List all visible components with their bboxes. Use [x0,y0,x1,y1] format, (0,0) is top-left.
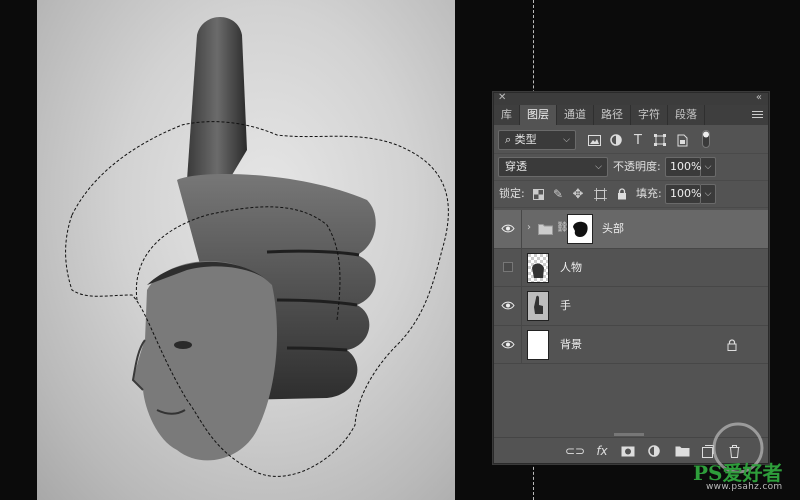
artwork-image [65,16,449,477]
lock-transparent-icon[interactable] [530,186,546,202]
filter-pixel-icon[interactable] [586,132,602,148]
filter-row: ⌕ 类型 ⌵ T [494,125,768,154]
layer-thumbnail[interactable] [527,329,549,360]
tab-paragraph[interactable]: 段落 [668,105,705,125]
visibility-toggle[interactable] [494,248,522,286]
filter-type-label: 类型 [514,133,537,146]
layer-name[interactable]: 头部 [602,210,624,248]
lock-label: 锁定: [499,187,525,200]
tab-channels[interactable]: 通道 [557,105,594,125]
visibility-off-icon [502,262,513,273]
opacity-input[interactable]: 100% [665,157,701,177]
layer-thumbnail[interactable] [527,291,549,321]
layer-name[interactable]: 背景 [560,326,582,364]
filter-type-dropdown[interactable]: ⌕ 类型 ⌵ [498,130,576,150]
blend-mode-value: 穿透 [505,160,527,173]
watermark-site: www.psahz.com [706,482,783,492]
lock-row: 锁定: ✎ ✥ 填充: 100% ⌵ [494,181,768,208]
tab-library[interactable]: 库 [494,105,520,125]
expand-arrow-icon[interactable]: › [527,222,531,233]
fill-slider-toggle[interactable]: ⌵ [701,184,716,204]
folder-icon [538,223,553,238]
visibility-eye-icon[interactable] [494,287,522,325]
lock-artboard-icon[interactable] [592,186,608,202]
visibility-eye-icon[interactable] [494,210,522,248]
thumb-shape [187,16,247,201]
tab-paths[interactable]: 路径 [594,105,631,125]
layer-row[interactable]: 手 [494,287,768,326]
panel-titlebar[interactable]: ✕ « [494,92,768,105]
close-icon[interactable]: ✕ [498,92,506,104]
document-artwork[interactable] [37,0,455,500]
layer-thumbnail[interactable] [527,252,549,283]
adjustment-icon[interactable] [646,443,662,459]
layer-row[interactable]: › ⛓ 头部 [494,210,768,249]
lock-all-icon[interactable] [614,186,630,202]
layer-mask-thumbnail[interactable] [567,214,593,244]
search-icon: ⌕ [505,133,512,146]
scroll-thumb[interactable] [614,433,644,436]
fill-input[interactable]: 100% [665,184,701,204]
tab-layers[interactable]: 图层 [520,105,557,125]
filter-type-icon[interactable]: T [630,132,646,148]
visibility-eye-icon[interactable] [494,325,522,363]
lock-move-icon[interactable]: ✥ [570,186,586,202]
layer-name[interactable]: 手 [560,287,571,325]
panel-tabs: 库 图层 通道 路径 字符 段落 [494,105,768,125]
blend-mode-dropdown[interactable]: 穿透 ⌵ [498,157,608,177]
collapse-icon[interactable]: « [756,92,762,104]
opacity-label: 不透明度: [613,160,661,173]
layers-panel[interactable]: ✕ « 库 图层 通道 路径 字符 段落 ⌕ 类型 ⌵ T 穿透 ⌵ 不透明度:… [493,92,769,464]
fx-icon[interactable]: fx [594,443,610,459]
tab-character[interactable]: 字符 [631,105,668,125]
layer-row[interactable]: 背景 [494,325,768,364]
mask-icon[interactable] [620,443,636,459]
face-shape [133,261,277,461]
layer-lock-icon [727,338,737,354]
link-icon[interactable]: ⊂⊃ [565,443,585,459]
filter-adjustment-icon[interactable] [608,132,624,148]
filter-toggle-icon[interactable] [698,130,714,148]
blend-row: 穿透 ⌵ 不透明度: 100% ⌵ [494,154,768,181]
layer-name[interactable]: 人物 [560,249,582,287]
filter-shape-icon[interactable] [652,132,668,148]
chevron-down-icon: ⌵ [595,162,602,172]
chevron-down-icon: ⌵ [563,135,570,145]
lock-brush-icon[interactable]: ✎ [550,186,566,202]
fill-label: 填充: [636,187,662,200]
layers-list: › ⛓ 头部 人物 手 背景 [494,210,768,420]
filter-smart-object-icon[interactable] [674,132,690,148]
layer-row[interactable]: 人物 [494,248,768,287]
panel-menu-icon[interactable] [752,109,763,120]
opacity-slider-toggle[interactable]: ⌵ [701,157,716,177]
